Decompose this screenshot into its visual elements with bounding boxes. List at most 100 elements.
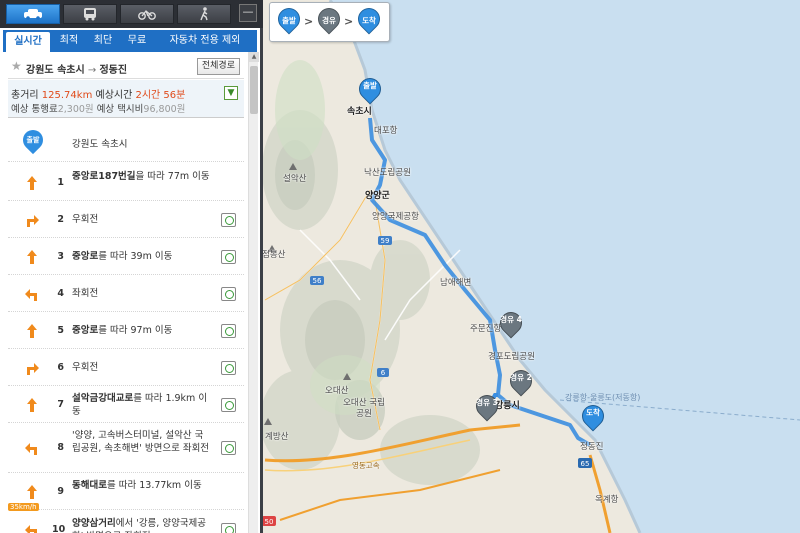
toll-value: 2,300원 xyxy=(57,104,94,115)
direction-step[interactable]: 8 '양양, 고속버스터미널, 설악산 국립공원, 속초해변' 방면으로 좌회전 xyxy=(8,423,244,473)
direction-step[interactable]: 5 중앙로를 따라 97m 이동 xyxy=(8,312,244,349)
step-number: 4 xyxy=(57,288,64,299)
start-row[interactable]: 출발 강원도 속초시 xyxy=(8,122,244,162)
direction-step[interactable]: 10 양양삼거리에서 '강릉, 양양국제공항' 방면으로 좌회전 xyxy=(8,510,244,533)
step-number: 2 xyxy=(57,214,64,225)
turn-right-icon xyxy=(23,359,41,377)
via-marker-4[interactable]: 경유 4 xyxy=(495,307,527,342)
bus-mode-button[interactable] xyxy=(63,4,117,24)
svg-text:56: 56 xyxy=(313,277,322,285)
map-label-daepo: 대포항 xyxy=(374,126,398,136)
camera-icon[interactable] xyxy=(221,361,236,375)
direction-step[interactable]: 4 좌회전 xyxy=(8,275,244,312)
straight-arrow-icon xyxy=(23,248,41,266)
step-number: 7 xyxy=(57,399,64,410)
waypoint-end[interactable]: 도착 xyxy=(353,3,385,38)
camera-icon[interactable] xyxy=(221,398,236,412)
tab-shortest[interactable]: 최단 xyxy=(87,30,119,52)
bike-icon xyxy=(138,10,156,20)
map-label-seoraksan: 설악산 xyxy=(283,174,307,184)
direction-steps-list: 출발 강원도 속초시 1 중앙로187번길을 따라 77m 이동 2 우회전 3 중앙로를… xyxy=(8,122,244,533)
route-summary: 총거리 125.74km 예상시간 2시간 56분 예상 통행료2,300원 예… xyxy=(8,80,244,118)
via-marker-2[interactable]: 경유 2 xyxy=(505,365,537,400)
cost-line: 예상 통행료2,300원 예상 택시비96,800원 xyxy=(11,104,186,115)
time-value: 2시간 56분 xyxy=(135,90,186,101)
direction-step[interactable]: 2 우회전 xyxy=(8,201,244,238)
step-text: 좌회전 xyxy=(72,288,99,299)
tab-exclude-motorway[interactable]: 자동차 전용 제외 xyxy=(155,30,255,52)
direction-step[interactable]: 6 우회전 xyxy=(8,349,244,386)
svg-text:50: 50 xyxy=(265,518,274,526)
svg-text:65: 65 xyxy=(581,460,590,468)
turn-left-icon xyxy=(23,521,41,533)
turn-left-icon xyxy=(23,439,41,457)
transport-mode-bar: — xyxy=(0,0,263,28)
map-label-gyeongpo: 경포도립공원 xyxy=(488,352,535,362)
step-text: 우회전 xyxy=(72,362,99,373)
straight-arrow-icon xyxy=(23,174,41,192)
step-number: 6 xyxy=(57,362,64,373)
camera-icon[interactable] xyxy=(221,324,236,338)
waypoint-via[interactable]: 경유 xyxy=(313,3,345,38)
bus-icon xyxy=(84,8,96,21)
step-number: 10 xyxy=(52,524,66,533)
scroll-thumb[interactable] xyxy=(250,66,258,114)
camera-icon[interactable] xyxy=(221,523,236,533)
start-pin-icon: 출발 xyxy=(18,125,48,158)
svg-text:6: 6 xyxy=(381,369,386,377)
end-marker[interactable]: 도착 xyxy=(577,400,609,435)
map-label-namae: 남애해변 xyxy=(440,278,472,288)
map-label-jeombongsan: 점봉산 xyxy=(262,250,286,260)
map-label-odaesan-park: 오대산 국립공원 xyxy=(343,398,385,419)
map-label-odaesan: 오대산 xyxy=(325,386,349,396)
tab-realtime[interactable]: 실시간 xyxy=(6,32,50,52)
straight-arrow-icon xyxy=(23,322,41,340)
waypoint-summary-box[interactable]: 출발 > 경유 > 도착 xyxy=(269,2,390,42)
minimize-button[interactable]: — xyxy=(239,4,257,22)
map-label-okgye: 옥계항 xyxy=(595,495,619,505)
walk-mode-button[interactable] xyxy=(177,4,231,24)
direction-step[interactable]: 9 동해대로를 따라 13.77km 이동 35km/h xyxy=(8,473,244,511)
direction-step[interactable]: 1 중앙로187번길을 따라 77m 이동 xyxy=(8,164,244,201)
car-icon xyxy=(24,9,42,20)
panel-scrollbar[interactable]: ▲ xyxy=(248,52,259,533)
straight-arrow-icon xyxy=(23,396,41,414)
full-route-button[interactable]: 전체경로 xyxy=(196,58,240,75)
car-mode-button[interactable] xyxy=(6,4,60,24)
route-option-tabs: 실시간 최적 최단 무료 자동차 전용 제외 xyxy=(3,30,257,52)
step-number: 1 xyxy=(57,177,64,188)
route-header: ★ 강원도 속초시 → 정동진 전체경로 xyxy=(8,55,244,79)
camera-icon[interactable] xyxy=(221,441,236,455)
star-icon[interactable]: ★ xyxy=(11,59,22,73)
walk-icon xyxy=(200,7,208,21)
step-number: 8 xyxy=(57,442,64,453)
step-text: 설악금강대교로를 따라 1.9km 이동 xyxy=(72,393,208,417)
map-label-airport: 양양국제공항 xyxy=(372,212,419,222)
step-text: 우회전 xyxy=(72,214,99,225)
step-number: 9 xyxy=(57,486,64,497)
step-text: 중앙로를 따라 39m 이동 xyxy=(72,251,173,262)
scroll-up-arrow-icon[interactable]: ▲ xyxy=(249,52,259,62)
camera-icon[interactable] xyxy=(221,287,236,301)
step-number: 5 xyxy=(57,325,64,336)
bike-mode-button[interactable] xyxy=(120,4,174,24)
tab-free[interactable]: 무료 xyxy=(121,30,153,52)
map-label-yangyang: 양양군 xyxy=(365,191,390,201)
waypoint-start[interactable]: 출발 xyxy=(273,3,305,38)
expand-summary-button[interactable]: ▼ xyxy=(224,86,238,100)
waypoint-separator: > xyxy=(344,15,354,28)
step-text: 중앙로187번길을 따라 77m 이동 xyxy=(72,171,210,182)
step-text: 양양삼거리에서 '강릉, 양양국제공항' 방면으로 좌회전 xyxy=(72,518,207,533)
camera-icon[interactable] xyxy=(221,250,236,264)
tab-optimal[interactable]: 최적 xyxy=(53,30,85,52)
via-marker-3[interactable]: 경유 3 xyxy=(471,390,503,425)
taxi-value: 96,800원 xyxy=(143,104,186,115)
start-marker[interactable]: 출발 xyxy=(354,73,386,108)
map-label-ferry: 강릉항-울릉도(저동항) xyxy=(565,393,641,402)
camera-icon[interactable] xyxy=(221,213,236,227)
svg-text:59: 59 xyxy=(381,237,390,245)
step-text: '양양, 고속버스터미널, 설악산 국립공원, 속초해변' 방면으로 좌회전 xyxy=(72,430,210,454)
direction-step[interactable]: 7 설악금강대교로를 따라 1.9km 이동 xyxy=(8,386,244,423)
waypoint-separator: > xyxy=(304,15,314,28)
direction-step[interactable]: 3 중앙로를 따라 39m 이동 xyxy=(8,238,244,275)
